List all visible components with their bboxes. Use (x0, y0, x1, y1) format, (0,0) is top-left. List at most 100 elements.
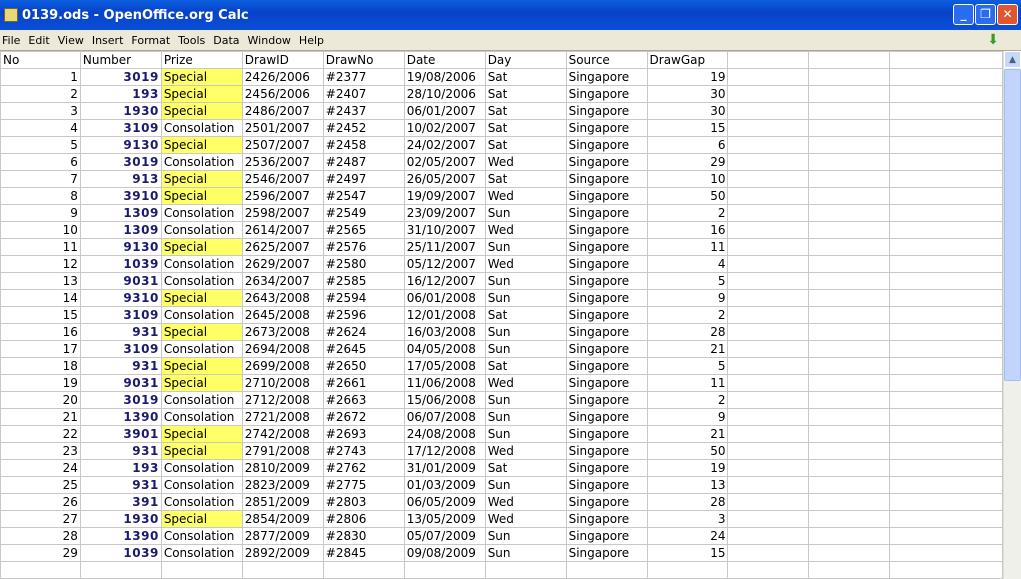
cell-number[interactable]: 9310 (79, 289, 162, 307)
cell-empty[interactable] (727, 476, 810, 494)
cell-no[interactable]: 2 (0, 85, 81, 103)
cell-prize[interactable]: Consolation (160, 527, 243, 545)
cell-empty[interactable] (808, 119, 891, 137)
cell-empty[interactable] (889, 119, 1003, 137)
cell-empty[interactable] (646, 561, 729, 579)
cell-drawid[interactable]: 2673/2008 (241, 323, 324, 341)
cell-empty[interactable] (889, 136, 1003, 154)
cell-day[interactable]: Wed (484, 374, 567, 392)
cell-number[interactable]: 913 (79, 170, 162, 188)
cell-prize[interactable]: Special (160, 289, 243, 307)
cell-drawno[interactable]: #2549 (322, 204, 405, 222)
cell-drawgap[interactable]: 2 (646, 391, 729, 409)
cell-source[interactable]: Singapore (565, 425, 648, 443)
cell-empty[interactable] (889, 102, 1003, 120)
cell-date[interactable]: 24/08/2008 (403, 425, 486, 443)
cell-empty[interactable] (889, 357, 1003, 375)
cell-source[interactable]: Singapore (565, 374, 648, 392)
cell-date[interactable]: 06/01/2008 (403, 289, 486, 307)
cell-source[interactable]: Singapore (565, 102, 648, 120)
cell-empty[interactable] (808, 425, 891, 443)
cell-empty[interactable] (727, 170, 810, 188)
scroll-thumb[interactable] (1004, 69, 1021, 381)
cell-drawgap[interactable]: 30 (646, 85, 729, 103)
cell-empty[interactable] (889, 340, 1003, 358)
cell-date[interactable]: 31/01/2009 (403, 459, 486, 477)
scroll-up-button[interactable]: ▲ (1004, 51, 1021, 68)
cell-prize[interactable]: Consolation (160, 153, 243, 171)
cell-drawno[interactable]: #2547 (322, 187, 405, 205)
cell-drawno[interactable]: #2565 (322, 221, 405, 239)
cell-number[interactable]: 1039 (79, 255, 162, 273)
cell-empty[interactable] (808, 442, 891, 460)
cell-day[interactable]: Sun (484, 238, 567, 256)
cell-no[interactable]: 17 (0, 340, 81, 358)
cell-prize[interactable]: Special (160, 187, 243, 205)
cell-date[interactable]: 05/07/2009 (403, 527, 486, 545)
cell-prize[interactable]: Special (160, 374, 243, 392)
cell-day[interactable]: Wed (484, 153, 567, 171)
menu-window[interactable]: Window (246, 34, 295, 47)
cell-number[interactable]: 3910 (79, 187, 162, 205)
cell-day[interactable]: Wed (484, 221, 567, 239)
cell-empty[interactable] (727, 374, 810, 392)
cell-no[interactable]: 24 (0, 459, 81, 477)
cell-empty[interactable] (79, 561, 162, 579)
cell-drawid[interactable]: 2507/2007 (241, 136, 324, 154)
cell-empty[interactable] (727, 85, 810, 103)
cell-source[interactable]: Singapore (565, 306, 648, 324)
cell-no[interactable]: 10 (0, 221, 81, 239)
cell-prize[interactable]: Special (160, 102, 243, 120)
cell-prize[interactable]: Consolation (160, 255, 243, 273)
cell-empty[interactable] (808, 187, 891, 205)
cell-drawid[interactable]: 2694/2008 (241, 340, 324, 358)
cell-empty[interactable] (727, 102, 810, 120)
cell-day[interactable]: Sun (484, 425, 567, 443)
menu-insert[interactable]: Insert (90, 34, 128, 47)
cell-drawid[interactable]: 2710/2008 (241, 374, 324, 392)
cell-empty[interactable] (727, 272, 810, 290)
cell-date[interactable]: 24/02/2007 (403, 136, 486, 154)
cell-empty[interactable] (727, 561, 810, 579)
cell-empty[interactable] (727, 357, 810, 375)
cell-empty[interactable] (808, 289, 891, 307)
cell-drawgap[interactable]: 21 (646, 425, 729, 443)
cell-prize[interactable]: Special (160, 136, 243, 154)
cell-source[interactable]: Singapore (565, 527, 648, 545)
menu-view[interactable]: View (56, 34, 88, 47)
cell-empty[interactable] (808, 204, 891, 222)
download-update-icon[interactable]: ⬇ (987, 32, 999, 48)
cell-empty[interactable] (808, 272, 891, 290)
header-cell-drawid[interactable]: DrawID (241, 51, 324, 69)
cell-date[interactable]: 09/08/2009 (403, 544, 486, 562)
cell-source[interactable]: Singapore (565, 476, 648, 494)
cell-empty[interactable] (889, 272, 1003, 290)
cell-prize[interactable]: Consolation (160, 306, 243, 324)
cell-number[interactable]: 1390 (79, 527, 162, 545)
cell-prize[interactable]: Consolation (160, 340, 243, 358)
cell-drawid[interactable]: 2854/2009 (241, 510, 324, 528)
cell-drawgap[interactable]: 5 (646, 357, 729, 375)
cell-empty[interactable] (889, 544, 1003, 562)
cell-source[interactable]: Singapore (565, 136, 648, 154)
cell-number[interactable]: 9130 (79, 136, 162, 154)
cell-source[interactable]: Singapore (565, 68, 648, 86)
cell-day[interactable]: Sat (484, 136, 567, 154)
cell-day[interactable]: Sat (484, 306, 567, 324)
cell-empty[interactable] (808, 255, 891, 273)
cell-empty[interactable] (808, 391, 891, 409)
cell-date[interactable]: 25/11/2007 (403, 238, 486, 256)
cell-day[interactable]: Sat (484, 170, 567, 188)
cell-no[interactable]: 21 (0, 408, 81, 426)
cell-empty[interactable] (727, 68, 810, 86)
cell-no[interactable]: 6 (0, 153, 81, 171)
cell-empty[interactable] (808, 68, 891, 86)
cell-empty[interactable] (727, 238, 810, 256)
header-cell-drawno[interactable]: DrawNo (322, 51, 405, 69)
cell-source[interactable]: Singapore (565, 255, 648, 273)
cell-day[interactable]: Sun (484, 289, 567, 307)
cell-date[interactable]: 15/06/2008 (403, 391, 486, 409)
cell-empty[interactable] (889, 68, 1003, 86)
cell-empty[interactable] (889, 204, 1003, 222)
cell-day[interactable]: Sun (484, 476, 567, 494)
